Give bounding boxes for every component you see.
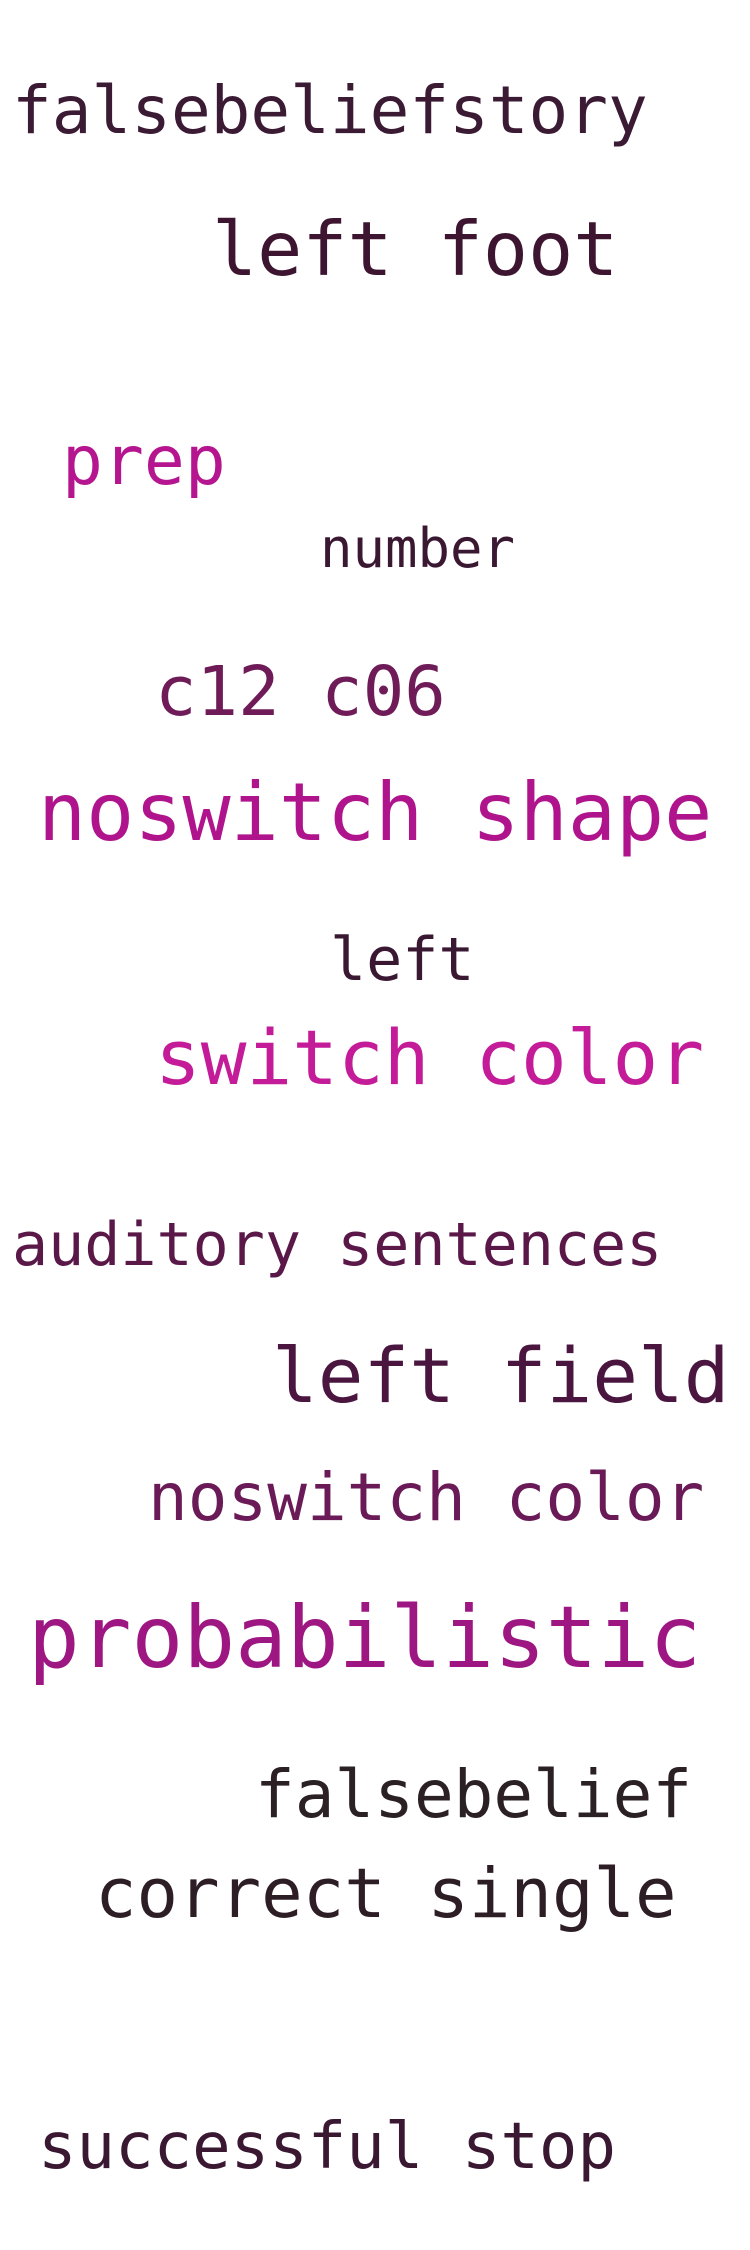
word-switch-color: switch color	[155, 1013, 705, 1102]
word-cloud: falsebeliefstory left foot prep number c…	[0, 0, 750, 2250]
word-probabilistic: probabilistic	[28, 1588, 702, 1688]
word-number: number	[320, 517, 516, 580]
word-correct-single: correct single	[95, 1854, 677, 1934]
word-noswitch-color: noswitch color	[148, 1459, 705, 1536]
word-prep: prep	[62, 422, 226, 501]
word-falsebeliefstory: falsebeliefstory	[12, 72, 648, 149]
word-auditory-sentences: auditory sentences	[12, 1210, 663, 1280]
word-c12-c06: c12 c06	[155, 652, 446, 732]
word-successful-stop: successful stop	[38, 2110, 616, 2184]
word-falsebelief: falsebelief	[255, 1756, 693, 1833]
word-left-field: left field	[272, 1331, 730, 1420]
word-left-foot: left foot	[212, 205, 619, 293]
word-left: left	[330, 925, 475, 995]
word-noswitch-shape: noswitch shape	[38, 766, 713, 859]
